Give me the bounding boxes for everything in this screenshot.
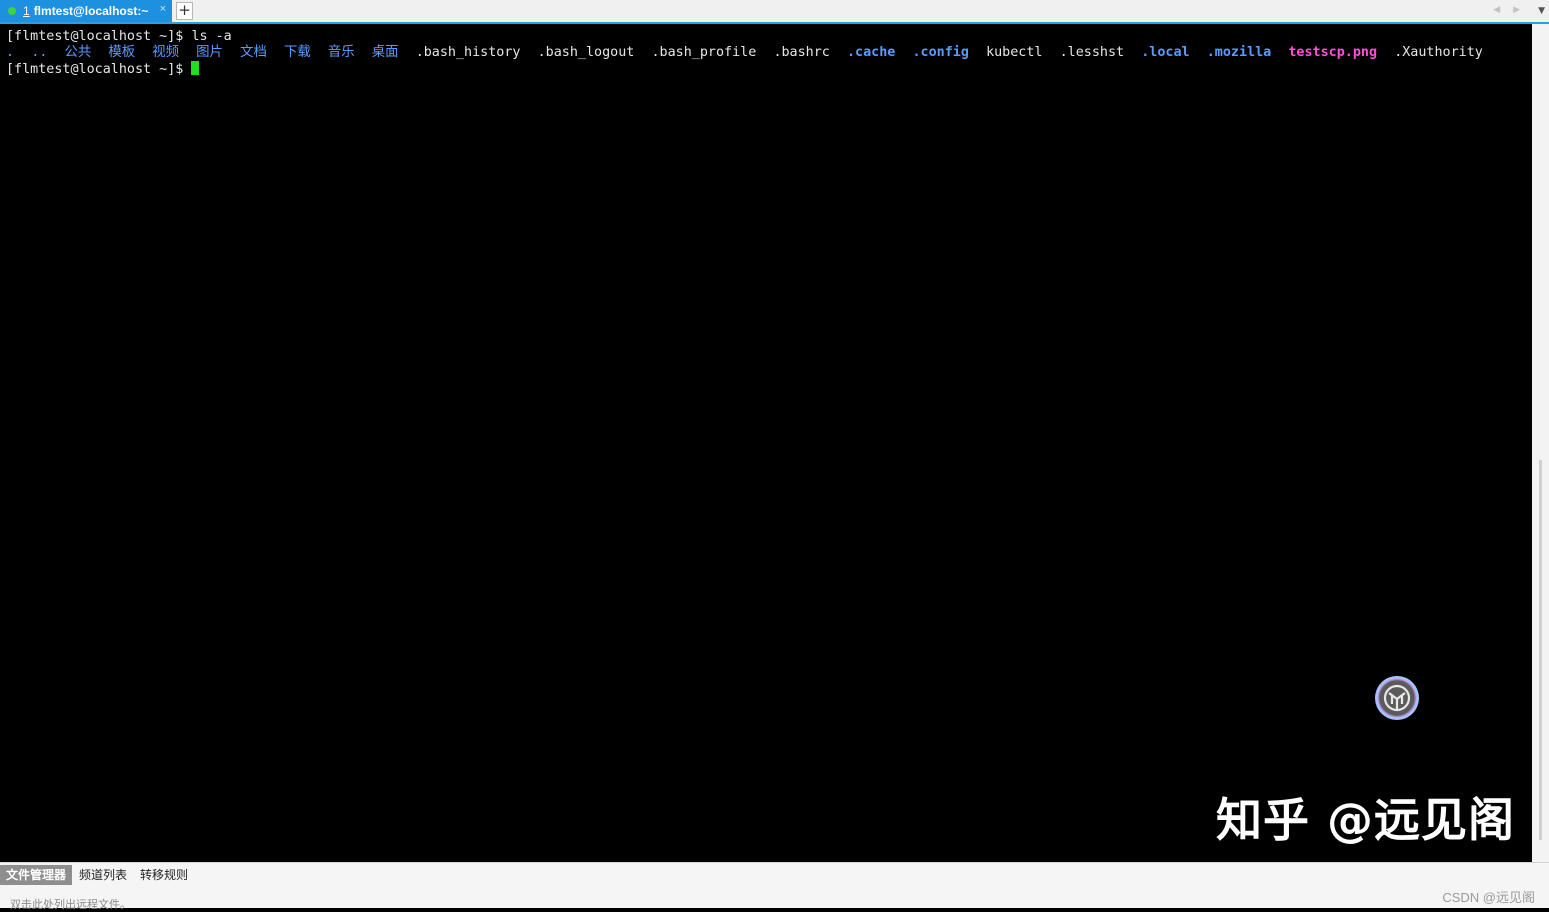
remote-files-hint[interactable]: 双击此处列出远程文件。 [10,896,131,912]
terminal-screen[interactable]: [flmtest@localhost ~]$ ls -a . .. 公共 模板 … [0,24,1532,862]
assistant-robot-icon[interactable] [1375,676,1419,720]
bottom-panel: 文件管理器 频道列表 转移规则 双击此处列出远程文件。 CSDN @远见阁 [0,862,1549,911]
ls-entry: testscp.png [1288,45,1378,60]
ls-entry: .mozilla [1206,45,1272,60]
terminal-cursor [191,61,200,75]
terminal-scrollbar[interactable] [1532,24,1549,862]
tab-transfer-rules[interactable]: 转移规则 [134,865,194,885]
ls-entry: 文档 [240,45,267,60]
ls-entry: .bash_profile [651,45,757,60]
ls-entry: .config [912,45,969,60]
terminal-line: [flmtest@localhost ~]$ [6,61,200,78]
connected-status-icon [8,7,16,15]
tab-file-manager[interactable]: 文件管理器 [0,865,73,885]
tab-title: flmtest@localhost:~ [33,4,149,18]
ls-entry: 音乐 [327,45,355,60]
tab-number: 1 [23,4,30,18]
close-icon[interactable]: × [160,3,166,15]
ls-entry: .Xauthority [1394,45,1483,60]
ls-entry: .bashrc [773,45,830,60]
shell-prompt: [flmtest@localhost ~]$ [6,29,192,44]
watermark-text: 知乎 @远见阁 [1216,793,1516,847]
ls-entry: .local [1141,45,1190,60]
tab-bar: 1 flmtest@localhost:~ × + ◀ ▶ ▼ [0,0,1549,24]
ls-entry: kubectl [986,45,1043,60]
ls-entry: 图片 [196,45,223,60]
ls-entry: .bash_logout [537,45,635,60]
ls-entry: 模板 [108,45,136,60]
source-credit: CSDN @远见阁 [1442,890,1535,905]
session-tab[interactable]: 1 flmtest@localhost:~ × [0,0,172,22]
scrollbar-thumb[interactable] [1539,460,1542,840]
ls-entry: 桌面 [371,45,399,60]
ls-entry: .. [31,45,48,60]
tab-scroll-arrows-icon[interactable]: ◀ ▶ [1493,5,1525,15]
ls-output-line: . .. 公共 模板 视频 图片 文档 下载 音乐 桌面 .bash_histo… [6,45,1484,61]
tab-menu-chevron-icon[interactable]: ▼ [1538,6,1545,16]
ls-entry: 公共 [64,45,92,60]
ls-entry: 视频 [152,45,180,60]
ls-entry: 下载 [283,45,311,60]
shell-prompt: [flmtest@localhost ~]$ [6,62,192,77]
tab-channel-list[interactable]: 频道列表 [73,865,133,885]
command-text: ls -a [191,29,232,44]
terminal-line: [flmtest@localhost ~]$ ls -a [6,29,232,45]
ls-entry: .cache [847,45,896,60]
ls-entry: .bash_history [415,45,521,60]
ls-entry: .lesshst [1059,45,1125,60]
new-tab-button[interactable]: + [176,2,193,20]
ls-entry: . [6,45,15,60]
